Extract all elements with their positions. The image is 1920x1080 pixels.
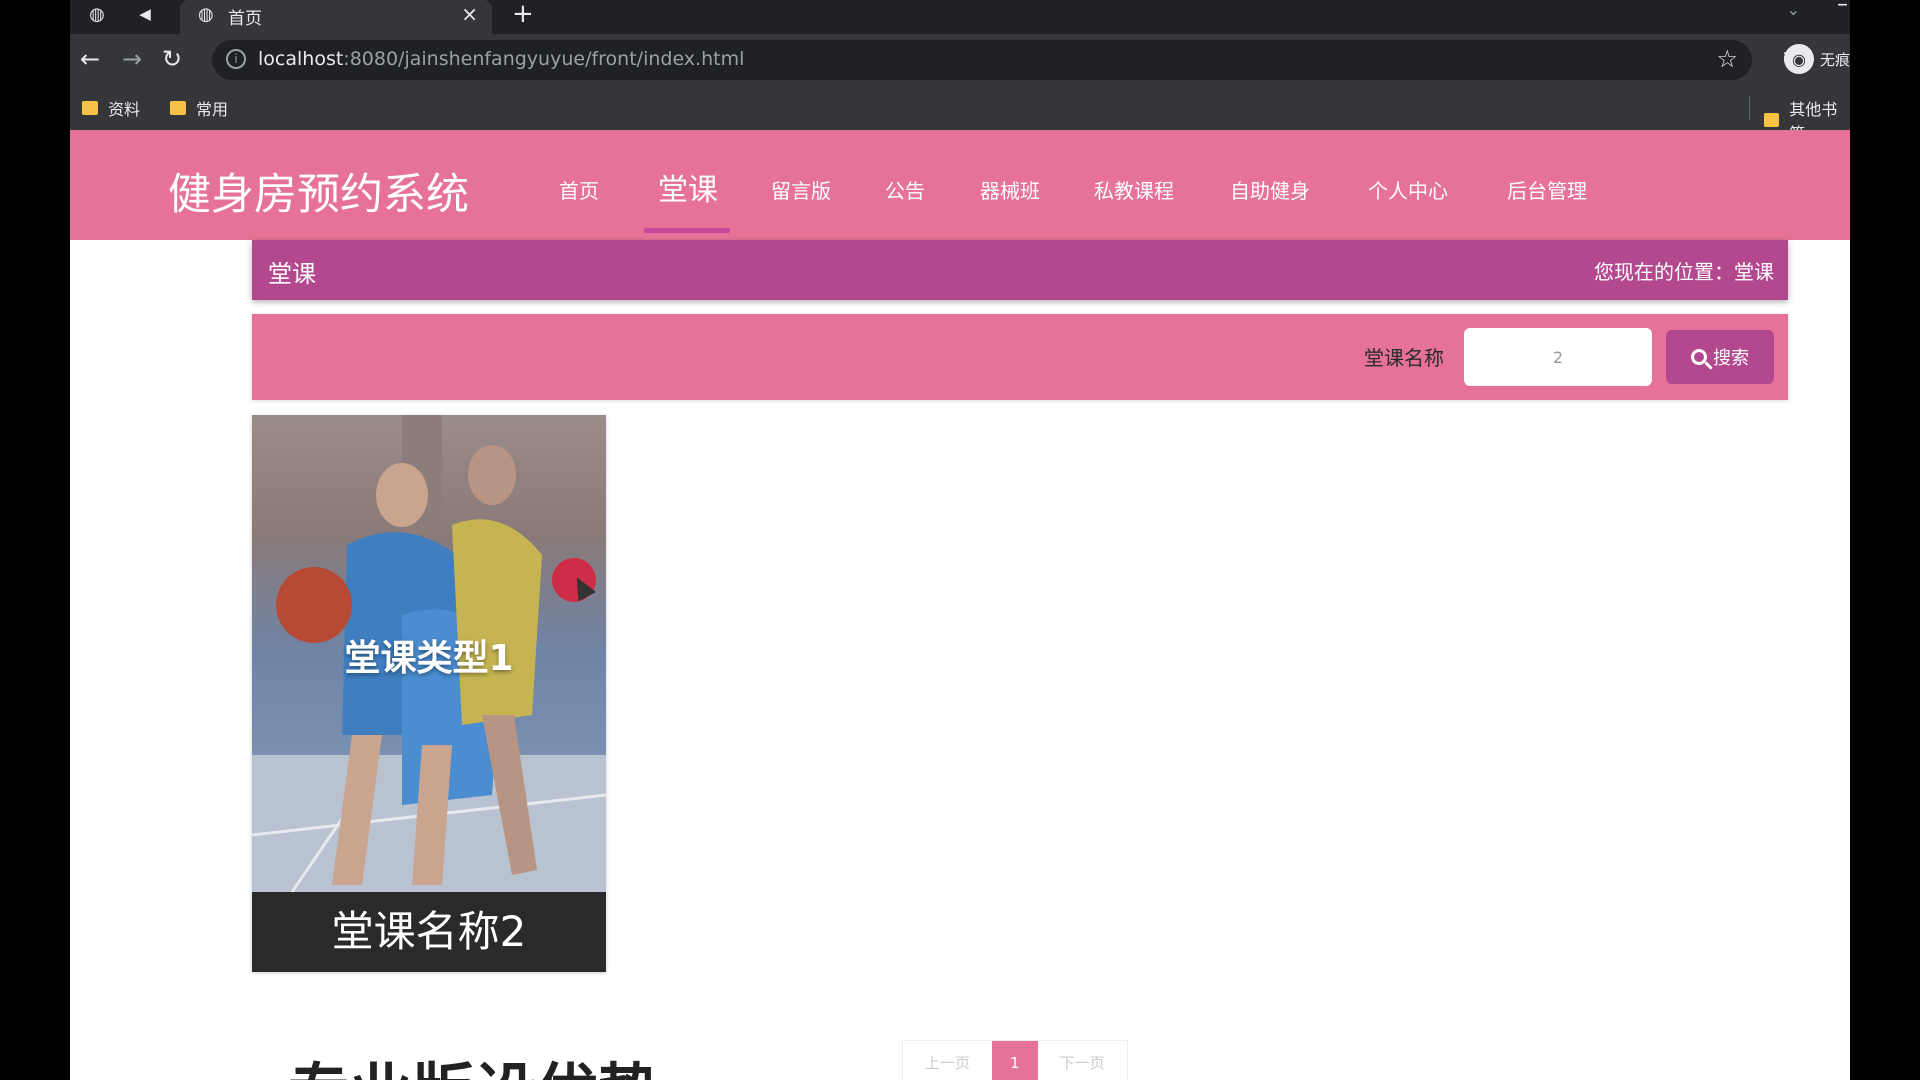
tab-strip: ◍ ◀︎ ◍ 首页 × + ⌄ –	[70, 0, 1850, 34]
nav-self-service[interactable]: 自助健身	[1230, 175, 1310, 204]
active-nav-indicator	[644, 228, 730, 233]
search-panel: 堂课名称 搜索	[252, 314, 1788, 400]
pagination: 上一页 1 下一页	[902, 1040, 1128, 1080]
search-label: 堂课名称	[1364, 346, 1444, 370]
class-image[interactable]: 堂课类型1	[252, 415, 606, 892]
browser-toolbar: ← → ↻ i localhost:8080/jainshenfangyuyue…	[70, 34, 1850, 86]
nav-private-courses[interactable]: 私教课程	[1094, 175, 1174, 204]
nav-message-board[interactable]: 留言版	[771, 175, 831, 204]
page-1-button[interactable]: 1	[992, 1041, 1038, 1080]
bookmarks-divider	[1749, 96, 1750, 120]
tab-home[interactable]: ◍ 首页 ×	[180, 0, 492, 34]
web-page: 健身房预约系统 首页 堂课 留言版 公告 器械班 私教课程 自助健身 个人中心 …	[70, 130, 1850, 1080]
folder-icon	[170, 101, 186, 115]
incognito-profile[interactable]: ◉ 无痕	[1783, 42, 1850, 76]
nav-home[interactable]: 首页	[559, 175, 599, 204]
browser-window: ◍ ◀︎ ◍ 首页 × + ⌄ – ← → ↻ i localhost:8080…	[70, 0, 1850, 143]
breadcrumb: 堂课 您现在的位置：堂课	[252, 240, 1788, 300]
search-button[interactable]: 搜索	[1666, 330, 1774, 384]
section-title: 专业版设优势	[288, 1042, 660, 1080]
bookmark-star-icon[interactable]: ☆	[1716, 45, 1738, 73]
url-text[interactable]: localhost:8080/jainshenfangyuyue/front/i…	[258, 48, 744, 70]
tab-title: 首页	[228, 9, 262, 29]
class-name[interactable]: 堂课名称2	[252, 892, 606, 972]
tab-close-icon[interactable]: ×	[461, 2, 478, 26]
forward-arrow-icon[interactable]: →	[116, 43, 148, 75]
nav-profile[interactable]: 个人中心	[1368, 175, 1448, 204]
bookmark-folder-changyong[interactable]: 常用	[170, 96, 228, 120]
class-card[interactable]: 堂课类型1 堂课名称2	[252, 415, 606, 972]
current-location: 您现在的位置：堂课	[1594, 260, 1774, 284]
section-heading: 堂课	[268, 260, 316, 288]
site-brand[interactable]: 健身房预约系统	[168, 160, 469, 222]
site-header: 健身房预约系统 首页 堂课 留言版 公告 器械班 私教课程 自助健身 个人中心 …	[70, 130, 1850, 240]
nav-notices[interactable]: 公告	[885, 175, 925, 204]
site-info-icon[interactable]: i	[226, 49, 246, 69]
bookmark-folder-ziliao[interactable]: 资料	[82, 96, 140, 120]
bookmarks-bar: 资料 常用 其他书签	[70, 86, 1850, 143]
minimize-icon[interactable]: –	[1837, 0, 1848, 17]
globe-icon: ◍	[198, 4, 214, 25]
nav-admin[interactable]: 后台管理	[1507, 175, 1587, 204]
incognito-icon: ◉	[1783, 44, 1814, 74]
chrome-menu-icon[interactable]: ◍	[84, 1, 110, 27]
back-arrow-icon[interactable]: ←	[74, 43, 106, 75]
class-name-search-input[interactable]	[1464, 328, 1652, 386]
search-icon	[1691, 349, 1707, 365]
next-page-button[interactable]: 下一页	[1037, 1041, 1127, 1080]
address-bar[interactable]: i localhost:8080/jainshenfangyuyue/front…	[212, 40, 1752, 80]
prev-page-button[interactable]: 上一页	[903, 1041, 993, 1080]
reload-icon[interactable]: ↻	[156, 43, 188, 75]
tab-search-icon[interactable]: ⌄	[1787, 0, 1800, 19]
nav-equipment[interactable]: 器械班	[980, 175, 1040, 204]
folder-icon	[82, 101, 98, 115]
class-type-label: 堂课类型1	[344, 638, 514, 679]
new-tab-icon[interactable]: +	[512, 0, 534, 28]
folder-icon	[1764, 113, 1780, 127]
nav-classes[interactable]: 堂课	[658, 165, 718, 209]
mute-icon[interactable]: ◀︎	[132, 1, 158, 27]
